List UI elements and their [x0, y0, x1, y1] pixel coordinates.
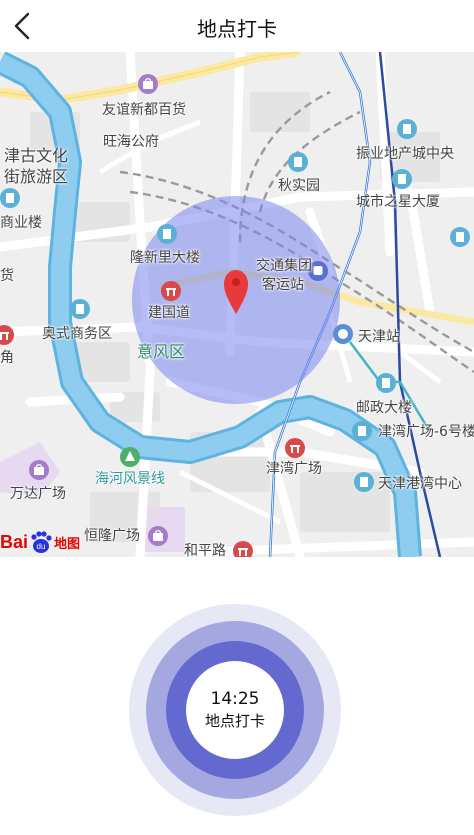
map-label: 恒隆广场	[84, 528, 140, 544]
map-label: 商业楼	[0, 215, 42, 231]
map-label: 旺海公府	[103, 134, 159, 150]
map-label: 奥式商务区	[42, 326, 112, 342]
building-icon	[450, 227, 470, 247]
building-icon	[397, 119, 417, 139]
map-label: 城市之星大厦	[356, 194, 440, 210]
railway-station-icon	[333, 324, 353, 344]
map-label: 邮政大楼	[356, 400, 412, 416]
metro-station-icon	[0, 325, 14, 345]
map-label: 万达广场	[10, 486, 66, 502]
baidu-logo-suffix: 地图	[54, 536, 81, 552]
metro-station-icon	[161, 281, 181, 301]
map-label: 交通集团	[256, 258, 312, 274]
map-label: 建国道	[148, 305, 190, 321]
map-label: 和平路	[184, 543, 226, 557]
building-icon	[0, 188, 20, 208]
svg-text:du: du	[37, 542, 46, 551]
checkin-label: 地点打卡	[204, 712, 265, 730]
map-label: 津湾广场-6号楼	[378, 424, 474, 440]
baidu-map-logo: Bai du 地图	[0, 529, 80, 555]
baidu-logo-text: Bai	[0, 531, 29, 552]
shopping-bag-icon	[148, 526, 168, 546]
metro-station-icon	[285, 438, 305, 458]
building-icon	[352, 421, 372, 441]
map-label: 友谊新都百货	[102, 102, 186, 118]
map-label: 秋实园	[278, 178, 320, 194]
map-label: 津湾广场	[266, 461, 322, 477]
map-label: 货	[0, 268, 14, 284]
map-label: 天津站	[358, 329, 400, 345]
shopping-bag-icon	[138, 74, 158, 94]
map-label: 客运站	[262, 277, 304, 293]
baidu-paw-icon: du	[31, 531, 52, 553]
map-view[interactable]: 友谊新都百货 旺海公府 津古文化 街旅游区 商业楼 货 隆新里大楼 建国道 奥式…	[0, 52, 474, 557]
map-label: 街旅游区	[4, 167, 69, 186]
building-icon	[392, 169, 412, 189]
map-label: 角	[0, 350, 14, 366]
map-district-label: 意风区	[137, 342, 186, 361]
building-icon	[376, 373, 396, 393]
map-label: 津古文化	[4, 146, 69, 165]
checkin-button-area: 14:25 地点打卡	[129, 604, 341, 816]
building-icon	[288, 152, 308, 172]
building-icon	[157, 224, 177, 244]
metro-station-icon	[233, 541, 253, 557]
map-label: 海河风景线	[95, 471, 165, 487]
building-icon	[354, 472, 374, 492]
map-label: 振业地产城中央	[356, 146, 454, 162]
shopping-bag-icon	[29, 460, 49, 480]
checkin-time: 14:25	[210, 689, 260, 709]
header: 地点打卡	[0, 0, 474, 52]
map-label: 隆新里大楼	[130, 250, 200, 266]
page-title: 地点打卡	[197, 17, 277, 41]
building-icon	[70, 299, 90, 319]
map-label: 天津港湾中心	[378, 476, 462, 492]
scenic-spot-icon	[120, 447, 140, 467]
checkin-button[interactable]: 14:25 地点打卡	[186, 661, 284, 759]
